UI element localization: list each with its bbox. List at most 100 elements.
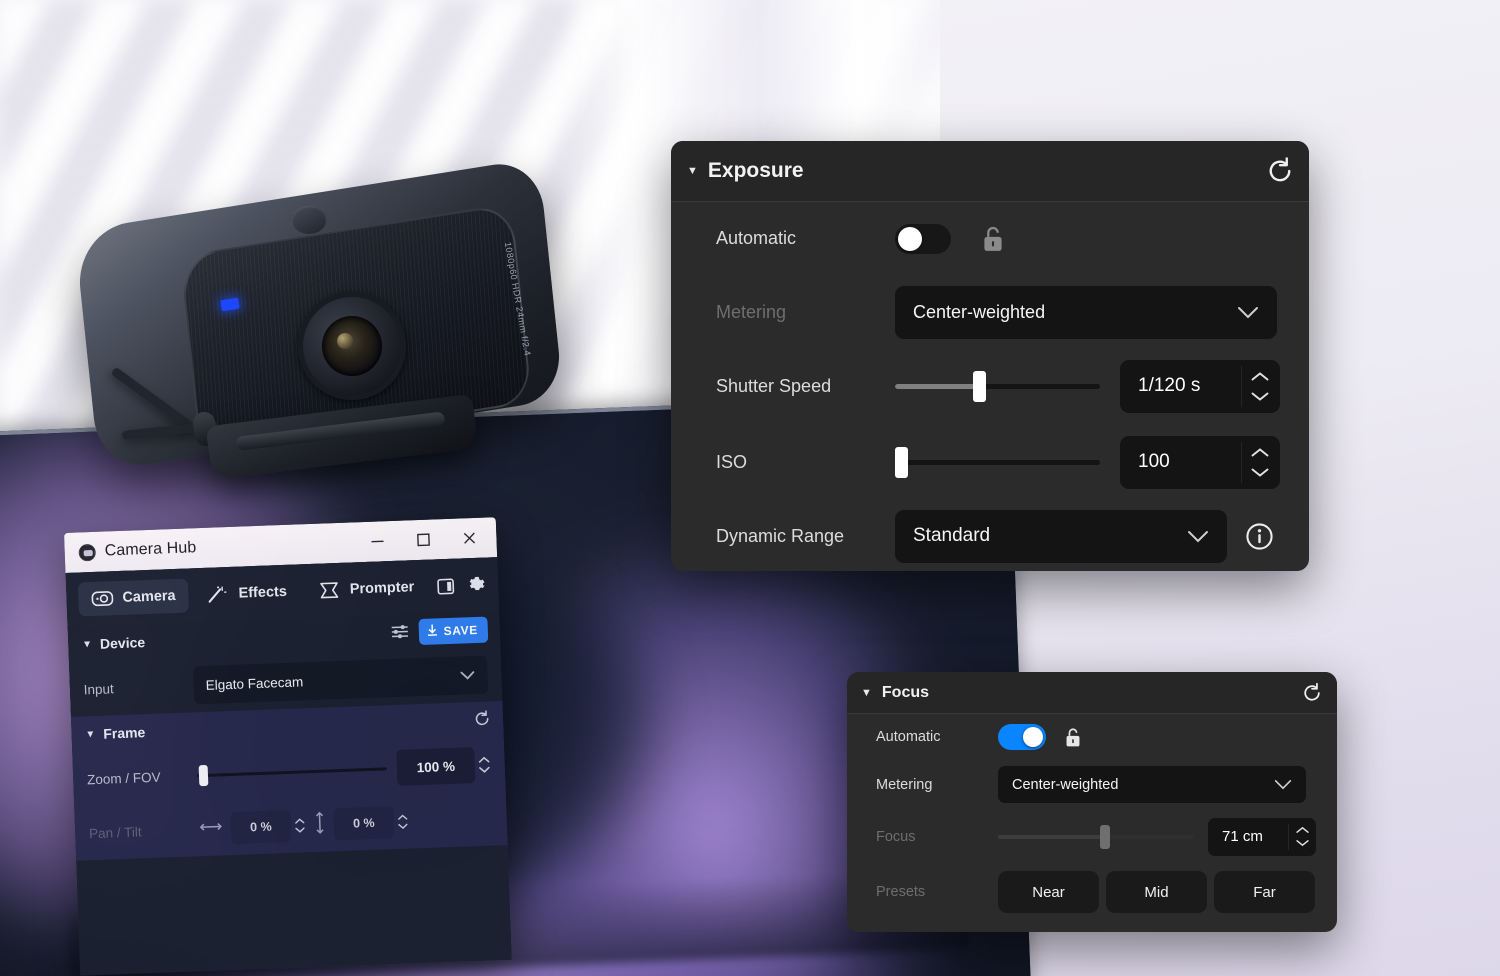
unlocked-padlock-icon[interactable] xyxy=(1064,727,1082,748)
focus-row-metering: Metering Center-weighted xyxy=(847,760,1337,809)
exposure-dynamic-range-value: Standard xyxy=(913,525,991,546)
chevron-down-icon xyxy=(1237,306,1259,319)
zoom-fov-slider[interactable] xyxy=(196,758,388,786)
focus-panel-title: Focus xyxy=(881,683,930,701)
toggle-knob xyxy=(1023,727,1043,747)
exposure-collapse-caret-icon[interactable]: ▼ xyxy=(687,165,698,177)
camera-hub-logo-icon xyxy=(78,543,97,561)
focus-reset-button[interactable] xyxy=(1301,682,1323,704)
exposure-panel[interactable]: ▼ Exposure Automatic Metering Center-wei… xyxy=(671,141,1309,571)
maximize-icon xyxy=(417,533,430,547)
window-title: Camera Hub xyxy=(104,539,197,560)
exposure-row-dynamic-range: Dynamic Range Standard xyxy=(671,501,1309,571)
focus-preset-near-button[interactable]: Near xyxy=(998,871,1099,913)
gear-icon[interactable] xyxy=(464,569,490,600)
pan-value[interactable]: 0 % xyxy=(230,809,292,845)
info-icon[interactable] xyxy=(1245,522,1274,551)
focus-preset-far-button[interactable]: Far xyxy=(1214,871,1315,913)
focus-focus-label: Focus xyxy=(876,828,916,845)
exposure-panel-header[interactable]: ▼ Exposure xyxy=(671,141,1309,202)
webcam-device: 1080p60 HDR 24mm f/2.4 xyxy=(70,157,590,486)
iso-stepper[interactable] xyxy=(1250,436,1270,489)
device-caret-icon: ▼ xyxy=(81,638,93,650)
vertical-arrows-icon xyxy=(313,810,326,839)
exposure-reset-button[interactable] xyxy=(1265,156,1295,186)
download-icon xyxy=(425,623,439,639)
focus-presets-label: Presets xyxy=(876,884,926,900)
sliders-icon[interactable] xyxy=(390,623,409,643)
camera-hub-window[interactable]: Camera Hub Camera Effects Prompter ▼ Dev… xyxy=(64,517,512,976)
exposure-dynamic-range-select[interactable]: Standard xyxy=(895,509,1227,563)
focus-distance-field[interactable]: 71 cm xyxy=(1208,817,1316,856)
camera-hub-body: Camera Effects Prompter ▼ Device SAVE In… xyxy=(65,557,512,976)
exposure-row-iso: ISO 100 xyxy=(671,423,1309,501)
focus-row-automatic: Automatic xyxy=(847,714,1337,760)
exposure-iso-value: 100 xyxy=(1138,451,1170,472)
exposure-iso-slider[interactable] xyxy=(895,446,1100,478)
frame-reset-icon[interactable] xyxy=(473,709,492,731)
focus-panel[interactable]: ▼ Focus Automatic Metering Center-weight… xyxy=(847,672,1337,932)
device-section-title: Device xyxy=(99,634,146,652)
shutter-speed-knob[interactable] xyxy=(972,370,986,402)
exposure-dynamic-range-label: Dynamic Range xyxy=(716,525,845,546)
save-button[interactable]: SAVE xyxy=(418,616,489,646)
close-button[interactable] xyxy=(446,517,493,559)
focus-stepper[interactable] xyxy=(1295,818,1310,856)
stepper-divider xyxy=(1241,365,1242,407)
pan-tilt-label: Pan / Tilt xyxy=(88,823,142,841)
iso-track xyxy=(895,459,1100,465)
stepper-up-icon xyxy=(398,814,408,820)
chevron-down-icon xyxy=(1274,779,1292,790)
exposure-metering-select[interactable]: Center-weighted xyxy=(895,285,1277,339)
maximize-button[interactable] xyxy=(400,519,447,561)
zoom-fov-knob[interactable] xyxy=(198,764,209,786)
shutter-speed-stepper[interactable] xyxy=(1250,360,1270,413)
focus-collapse-caret-icon[interactable]: ▼ xyxy=(861,687,872,699)
zoom-fov-value[interactable]: 100 % xyxy=(396,747,476,786)
stepper-up-icon xyxy=(1296,826,1309,833)
exposure-shutter-speed-field[interactable]: 1/120 s xyxy=(1120,359,1280,413)
focus-automatic-label: Automatic xyxy=(876,729,941,745)
exposure-row-metering: Metering Center-weighted xyxy=(671,275,1309,349)
save-button-label: SAVE xyxy=(443,622,479,639)
webcam-lens xyxy=(317,311,387,381)
magic-wand-icon xyxy=(207,585,230,604)
window-controls xyxy=(354,517,493,562)
exposure-automatic-toggle[interactable] xyxy=(895,223,951,254)
exposure-shutter-speed-slider[interactable] xyxy=(895,370,1100,402)
tab-effects[interactable]: Effects xyxy=(194,574,301,612)
frame-section-title: Frame xyxy=(102,724,146,742)
exposure-shutter-speed-label: Shutter Speed xyxy=(716,375,832,396)
stepper-up-icon xyxy=(295,818,305,824)
tilt-value[interactable]: 0 % xyxy=(333,806,395,841)
focus-metering-value: Center-weighted xyxy=(1012,776,1119,793)
exposure-shutter-speed-value: 1/120 s xyxy=(1138,375,1201,396)
focus-fill xyxy=(998,834,1102,839)
pan-stepper[interactable] xyxy=(294,817,307,833)
focus-preset-mid-button[interactable]: Mid xyxy=(1106,871,1207,913)
tab-prompter[interactable]: Prompter xyxy=(305,570,428,608)
reset-icon xyxy=(1269,157,1291,182)
unlocked-padlock-icon[interactable] xyxy=(981,225,1005,253)
tilt-stepper[interactable] xyxy=(397,814,410,830)
focus-distance-slider[interactable] xyxy=(998,824,1194,849)
focus-row-presets: Presets Near Mid Far xyxy=(847,864,1337,920)
exposure-row-automatic: Automatic xyxy=(671,202,1309,275)
focus-panel-header[interactable]: ▼ Focus xyxy=(847,672,1337,714)
stepper-down-icon xyxy=(1296,840,1309,847)
exposure-metering-value: Center-weighted xyxy=(913,301,1046,322)
panel-toggle-icon[interactable] xyxy=(433,571,459,602)
tab-effects-label: Effects xyxy=(238,583,288,602)
exposure-iso-field[interactable]: 100 xyxy=(1120,435,1280,489)
zoom-fov-stepper[interactable] xyxy=(477,756,491,774)
focus-knob[interactable] xyxy=(1099,824,1110,849)
tab-camera[interactable]: Camera xyxy=(77,578,190,617)
focus-metering-select[interactable]: Center-weighted xyxy=(998,766,1306,803)
input-select[interactable]: Elgato Facecam xyxy=(192,655,489,705)
chevron-down-icon xyxy=(1187,530,1209,543)
iso-knob[interactable] xyxy=(895,446,908,478)
minimize-button[interactable] xyxy=(354,521,401,563)
focus-automatic-toggle[interactable] xyxy=(998,724,1046,750)
exposure-iso-label: ISO xyxy=(716,451,748,472)
focus-metering-label: Metering xyxy=(876,776,933,793)
